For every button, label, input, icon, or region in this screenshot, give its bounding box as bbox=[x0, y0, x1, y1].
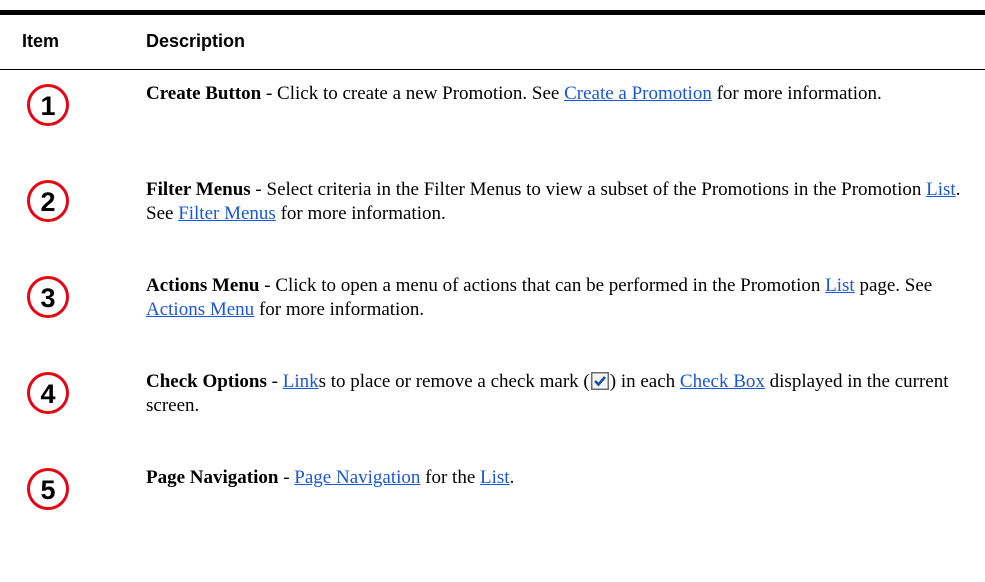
checked-checkbox-icon bbox=[590, 372, 609, 390]
separator: - bbox=[261, 83, 278, 104]
description-text: Click to open a menu of actions that can… bbox=[275, 275, 826, 296]
row-number: 4 bbox=[40, 379, 55, 409]
description-text: Click to create a new Promotion. See bbox=[277, 83, 565, 104]
row-number: 3 bbox=[40, 283, 55, 313]
row-title: Page Navigation bbox=[146, 467, 279, 488]
description-table: Item Description bbox=[0, 10, 985, 70]
row-description: Check Options - Links to place or remove… bbox=[146, 370, 976, 418]
row-description: Page Navigation - Page Navigation for th… bbox=[146, 466, 976, 490]
list-link[interactable]: List bbox=[825, 275, 855, 296]
row-description: Create Button - Click to create a new Pr… bbox=[146, 82, 976, 106]
row-title: Actions Menu bbox=[146, 275, 260, 296]
description-text: for more information. bbox=[275, 203, 446, 224]
description-text: page. See bbox=[854, 275, 933, 296]
list-link[interactable]: List bbox=[926, 179, 956, 200]
row-title: Create Button bbox=[146, 83, 262, 104]
circled-number-5-icon: 5 bbox=[27, 468, 69, 510]
row-description: Filter Menus - Select criteria in the Fi… bbox=[146, 178, 976, 226]
row-title: Filter Menus bbox=[146, 179, 251, 200]
circled-number-1-icon: 1 bbox=[27, 84, 69, 126]
circled-number-2-icon: 2 bbox=[27, 180, 69, 222]
separator: - bbox=[259, 275, 276, 296]
row-number: 5 bbox=[40, 475, 55, 505]
table-header: Item Description bbox=[0, 15, 985, 69]
header-item: Item bbox=[22, 31, 60, 51]
list-link[interactable]: List bbox=[480, 467, 510, 488]
circled-number-3-icon: 3 bbox=[27, 276, 69, 318]
filter-menus-link[interactable]: Filter Menus bbox=[178, 203, 276, 224]
create-promotion-link[interactable]: Create a Promotion bbox=[564, 83, 712, 104]
separator: - bbox=[250, 179, 267, 200]
row-description: Actions Menu - Click to open a menu of a… bbox=[146, 274, 976, 322]
description-text: s to place or remove a check mark ( bbox=[318, 371, 590, 392]
row-title: Check Options bbox=[146, 371, 267, 392]
description-text: for the bbox=[420, 467, 481, 488]
separator: - bbox=[266, 371, 283, 392]
description-text: for more information. bbox=[254, 299, 425, 320]
link-link[interactable]: Link bbox=[283, 371, 319, 392]
description-text: for more information. bbox=[711, 83, 882, 104]
actions-menu-link[interactable]: Actions Menu bbox=[146, 299, 254, 320]
row-number: 2 bbox=[40, 187, 55, 217]
description-text: Select criteria in the Filter Menus to v… bbox=[266, 179, 927, 200]
circled-number-4-icon: 4 bbox=[27, 372, 69, 414]
header-description: Description bbox=[146, 31, 246, 51]
description-text: . bbox=[509, 467, 515, 488]
description-text: ) in each bbox=[609, 371, 680, 392]
page-navigation-link[interactable]: Page Navigation bbox=[294, 467, 420, 488]
row-number: 1 bbox=[40, 91, 55, 121]
separator: - bbox=[278, 467, 295, 488]
header-rule bbox=[0, 69, 985, 70]
check-box-link[interactable]: Check Box bbox=[680, 371, 765, 392]
